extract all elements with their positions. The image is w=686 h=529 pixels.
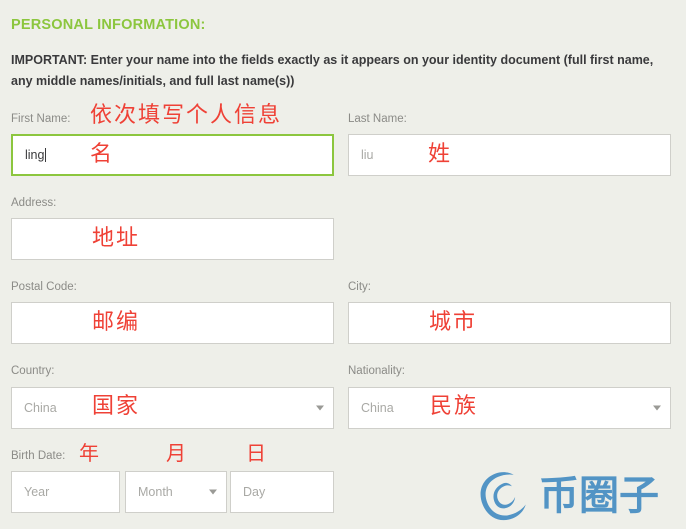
city-label: City: [348, 281, 371, 293]
birth-date-label: Birth Date: [11, 450, 66, 462]
chevron-down-icon [653, 405, 661, 411]
personal-information-form: PERSONAL INFORMATION: IMPORTANT: Enter y… [0, 0, 686, 529]
annotation-year: 年 [79, 441, 101, 465]
page-title: PERSONAL INFORMATION: [11, 17, 206, 33]
address-label: Address: [11, 197, 57, 209]
chevron-down-icon [209, 489, 217, 495]
bishizi-logo-icon [480, 472, 526, 521]
nationality-selected-value: China [361, 401, 394, 415]
last-name-input[interactable]: liu [348, 134, 671, 176]
country-select[interactable]: China [11, 387, 334, 429]
address-input[interactable] [11, 218, 334, 260]
birth-year-input[interactable]: Year [11, 471, 120, 513]
last-name-label: Last Name: [348, 113, 407, 125]
annotation-address: 地址 [92, 226, 141, 251]
chevron-down-icon [316, 405, 324, 411]
text-caret [45, 148, 47, 162]
first-name-input[interactable]: ling [11, 134, 334, 176]
annotation-country: 国家 [92, 394, 141, 419]
country-selected-value: China [24, 401, 57, 415]
postal-code-label: Postal Code: [11, 281, 77, 293]
watermark: 币圈子 [477, 466, 677, 526]
annotation-nationality: 民族 [430, 394, 479, 419]
birth-month-select[interactable]: Month [125, 471, 227, 513]
annotation-day: 日 [246, 441, 268, 465]
annotation-month: 月 [166, 441, 188, 465]
nationality-label: Nationality: [348, 365, 405, 377]
birth-day-placeholder: Day [243, 485, 266, 499]
first-name-label: First Name: [11, 113, 71, 125]
last-name-placeholder: liu [361, 148, 374, 162]
important-note: IMPORTANT: Enter your name into the fiel… [11, 53, 654, 88]
city-input[interactable] [348, 302, 671, 344]
annotation-fill-in-order: 依次填写个人信息 [90, 103, 283, 128]
birth-year-placeholder: Year [24, 485, 50, 499]
annotation-given-name: 名 [90, 142, 115, 167]
country-label: Country: [11, 365, 55, 377]
birth-day-input[interactable]: Day [230, 471, 334, 513]
birth-month-placeholder: Month [138, 485, 173, 499]
first-name-value: ling [25, 148, 45, 162]
annotation-postal-code: 邮编 [92, 310, 141, 335]
nationality-select[interactable]: China [348, 387, 671, 429]
postal-code-input[interactable] [11, 302, 334, 344]
watermark-text: 币圈子 [539, 473, 659, 519]
annotation-surname: 姓 [428, 142, 453, 167]
annotation-city: 城市 [429, 310, 478, 335]
